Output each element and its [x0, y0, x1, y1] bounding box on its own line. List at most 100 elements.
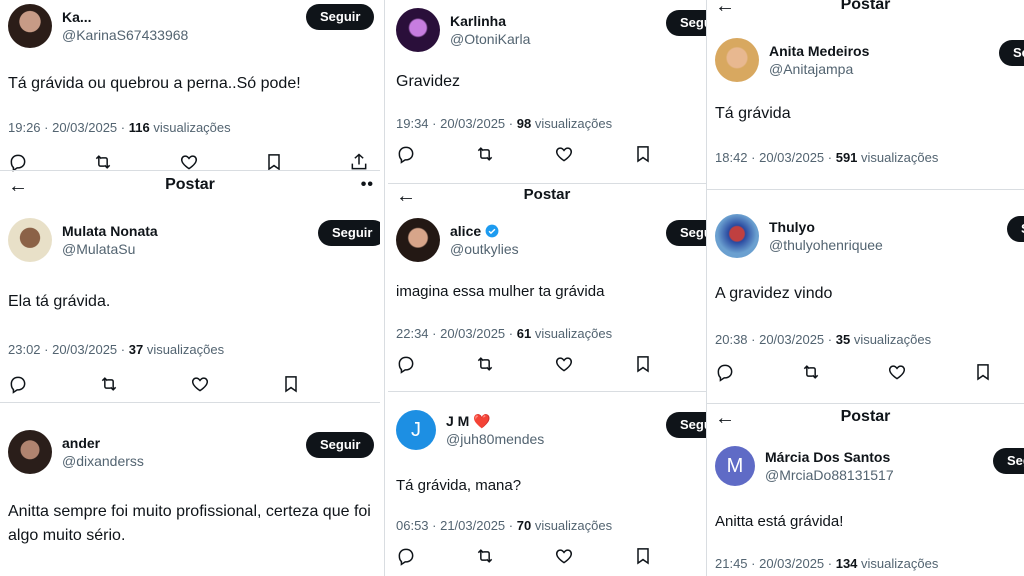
tweet-text: Tá grávida, mana?	[396, 477, 522, 494]
tweet-author[interactable]: Thulyo @thulyohenriquee	[715, 214, 883, 258]
views-count: 116	[128, 120, 150, 135]
avatar[interactable]	[396, 8, 440, 52]
views-count: 61	[516, 326, 532, 341]
follow-button[interactable]: Seguir	[1007, 216, 1024, 242]
bookmark-icon[interactable]	[633, 354, 657, 378]
like-icon[interactable]	[887, 362, 911, 386]
tweet-author[interactable]: M Márcia Dos Santos @MrciaDo88131517	[715, 446, 894, 486]
tweet-author[interactable]: ander @dixanderss	[8, 430, 144, 474]
tweet-meta: 19:34 · 20/03/2025 · 98 visualizações	[396, 116, 612, 131]
handle: @KarinaS67433968	[62, 27, 189, 43]
tweet-card: Ka... @KarinaS67433968 Seguir Tá grávida…	[0, 0, 380, 176]
tweet-text: Tá grávida	[715, 105, 791, 122]
timestamp: 19:34 · 20/03/2025 ·	[396, 116, 514, 131]
tweet-text: Gravidez	[396, 73, 461, 90]
retweet-icon[interactable]	[99, 374, 123, 398]
retweet-icon[interactable]	[801, 362, 825, 386]
follow-button[interactable]: Seguir	[666, 220, 706, 246]
tweet-author[interactable]: Ka... @KarinaS67433968	[8, 4, 188, 48]
display-name: Márcia Dos Santos	[765, 449, 891, 465]
tweet-card: ← Postar Anita Medeiros @Anitajampa Segu…	[707, 0, 1024, 190]
avatar[interactable]	[396, 218, 440, 262]
avatar[interactable]	[8, 218, 52, 262]
display-name: Thulyo	[769, 219, 815, 235]
views-count: 37	[128, 342, 144, 357]
tweet-text: Tá grávida ou quebrou a perna..Só pode!	[8, 75, 301, 92]
retweet-icon[interactable]	[475, 546, 499, 570]
avatar[interactable]	[715, 214, 759, 258]
handle: @dixanderss	[62, 453, 144, 469]
avatar[interactable]: M	[715, 446, 755, 486]
tweet-meta: 22:34 · 20/03/2025 · 61 visualizações	[396, 326, 612, 341]
follow-button[interactable]: Seguir	[306, 432, 375, 458]
reply-icon[interactable]	[396, 546, 420, 570]
tweet-card: Karlinha @OtoniKarla Seguir Gravidez 19:…	[388, 0, 706, 182]
bookmark-icon[interactable]	[633, 144, 657, 168]
tweet-author[interactable]: Anita Medeiros @Anitajampa	[715, 38, 869, 82]
views-label: visualizações	[534, 326, 613, 341]
tweet-author[interactable]: Mulata Nonata @MulataSu	[8, 218, 158, 262]
views-label: visualizações	[861, 150, 939, 165]
tweet-author[interactable]: Karlinha @OtoniKarla	[396, 8, 530, 52]
reply-icon[interactable]	[396, 144, 420, 168]
avatar[interactable]	[8, 430, 52, 474]
tweet-meta: 20:38 · 20/03/2025 · 35 visualizações	[715, 332, 931, 347]
divider	[384, 0, 385, 576]
handle: @outkylies	[450, 241, 519, 257]
follow-button[interactable]: Seguir	[993, 448, 1024, 474]
like-icon[interactable]	[554, 144, 578, 168]
divider	[0, 402, 380, 403]
verified-badge-icon	[485, 224, 499, 238]
views-label: visualizações	[153, 120, 231, 135]
tweet-text: Ela tá grávida.	[8, 293, 111, 310]
display-name-text: alice	[450, 223, 482, 239]
more-icon[interactable]: ••	[361, 176, 374, 194]
display-name: Ka...	[62, 9, 92, 25]
follow-button[interactable]: Seguir	[999, 40, 1024, 66]
timestamp: 20:38 · 20/03/2025 ·	[715, 332, 833, 347]
views-count: 591	[835, 150, 858, 165]
follow-button[interactable]: Seguir	[666, 10, 706, 36]
tweet-card: J J M ❤️ @juh80mendes Seguir Tá grávida,…	[388, 392, 706, 576]
follow-button[interactable]: Seguir	[318, 220, 380, 246]
reply-icon[interactable]	[715, 362, 739, 386]
bookmark-icon[interactable]	[281, 374, 305, 398]
like-icon[interactable]	[190, 374, 214, 398]
tweet-card: ← Postar M Márcia Dos Santos @MrciaDo881…	[707, 404, 1024, 576]
display-name: Karlinha	[450, 13, 507, 29]
page-title: Postar	[165, 176, 215, 193]
bookmark-icon[interactable]	[633, 546, 657, 570]
tweet-card: ← Postar alice @outkylies Seguir imagina…	[388, 184, 706, 390]
like-icon[interactable]	[554, 546, 578, 570]
tweet-text: Anitta sempre foi muito profissional, ce…	[8, 503, 371, 544]
tweet-author[interactable]: alice @outkylies	[396, 218, 519, 262]
display-name: Mulata Nonata	[62, 223, 158, 239]
bookmark-icon[interactable]	[973, 362, 997, 386]
avatar[interactable]	[8, 4, 52, 48]
views-count: 134	[835, 556, 858, 571]
page-title: Postar	[840, 408, 891, 425]
views-count: 35	[835, 332, 851, 347]
views-count: 98	[516, 116, 532, 131]
handle: @MrciaDo88131517	[765, 467, 894, 483]
avatar[interactable]: J	[396, 410, 436, 450]
avatar[interactable]	[715, 38, 759, 82]
retweet-icon[interactable]	[475, 354, 499, 378]
tweet-card: Thulyo @thulyohenriquee Seguir A gravide…	[707, 190, 1024, 402]
like-icon[interactable]	[554, 354, 578, 378]
follow-button[interactable]: Seguir	[306, 4, 375, 30]
retweet-icon[interactable]	[475, 144, 499, 168]
display-name: Anita Medeiros	[769, 43, 870, 59]
reply-icon[interactable]	[8, 374, 32, 398]
tweet-meta: 21:45 · 20/03/2025 · 134 visualizações	[715, 556, 938, 571]
views-label: visualizações	[534, 518, 613, 533]
handle: @juh80mendes	[446, 431, 545, 447]
views-label: visualizações	[853, 332, 932, 347]
handle: @OtoniKarla	[450, 31, 531, 47]
reply-icon[interactable]	[396, 354, 420, 378]
handle: @Anitajampa	[769, 61, 854, 77]
timestamp: 22:34 · 20/03/2025 ·	[396, 326, 514, 341]
follow-button[interactable]: Seguir	[666, 412, 706, 438]
tweet-meta: 23:02 · 20/03/2025 · 37 visualizações	[8, 342, 224, 357]
tweet-author[interactable]: J J M ❤️ @juh80mendes	[396, 410, 544, 450]
